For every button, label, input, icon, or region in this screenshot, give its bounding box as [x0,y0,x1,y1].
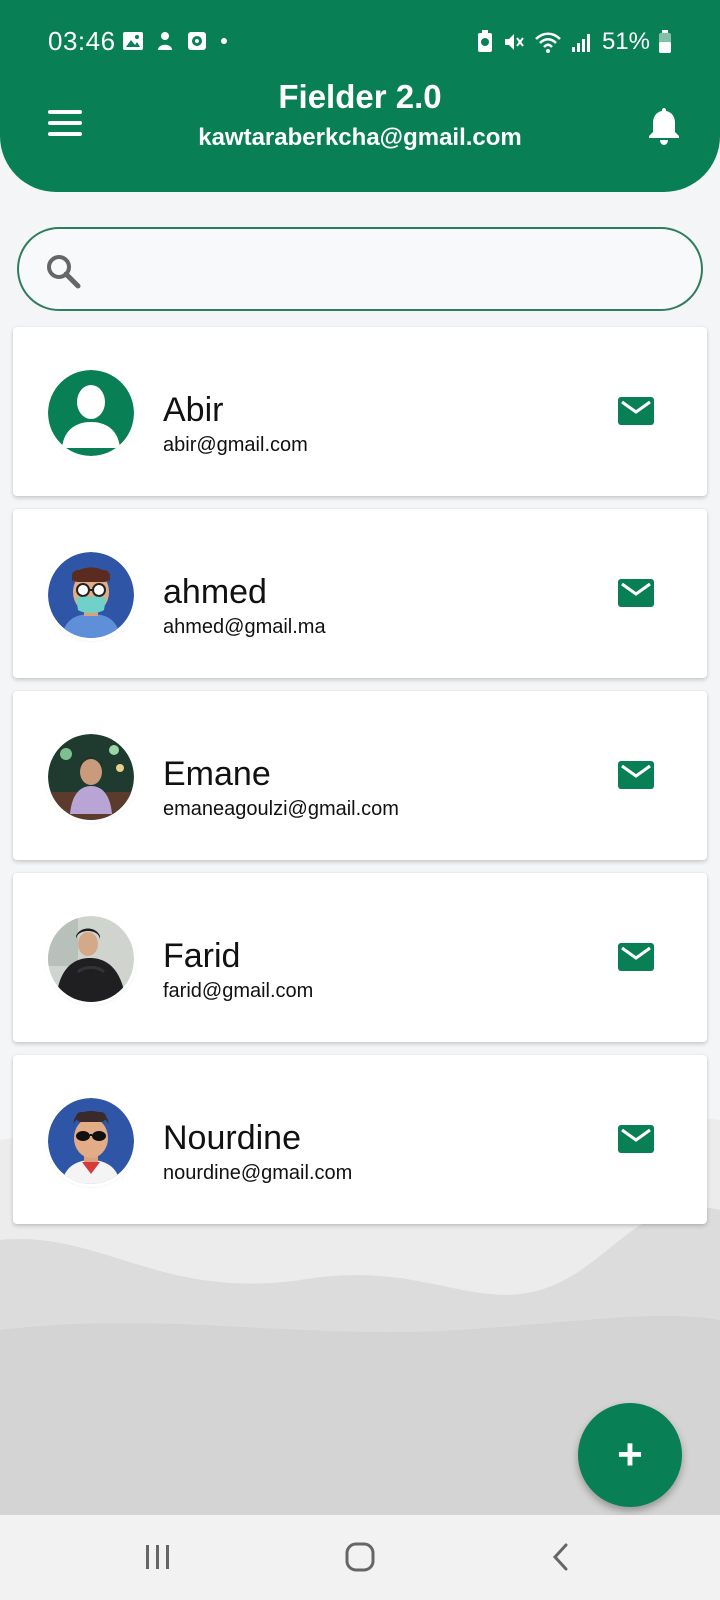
mute-icon [504,34,524,50]
contact-name: Emane [163,755,271,793]
contact-email: emaneagoulzi@gmail.com [163,798,399,820]
dot-icon [221,38,227,44]
user-email: kawtaraberkcha@gmail.com [198,124,522,151]
photo-avatar [48,916,134,1002]
back-icon[interactable] [544,1539,580,1575]
mail-icon[interactable] [618,397,654,425]
contact-email: nourdine@gmail.com [163,1162,353,1184]
app-title: Fielder 2.0 [278,78,442,115]
contact-card[interactable]: Emane emaneagoulzi@gmail.com [13,691,707,860]
contact-email: abir@gmail.com [163,434,308,456]
contact-name: ahmed [163,573,267,611]
status-time: 03:46 [48,26,116,56]
contact-card[interactable]: ahmed ahmed@gmail.ma [13,509,707,678]
contact-card[interactable]: Nourdine nourdine@gmail.com [13,1055,707,1224]
gallery-icon [123,32,143,50]
mail-icon[interactable] [618,761,654,789]
cartoon-sunglasses-avatar [48,1098,134,1184]
status-bar: 03:46 51% [0,22,720,62]
recent-apps-icon[interactable] [140,1539,176,1575]
contact-list: Abir abir@gmail.com ahmed ahmed@gmail.ma [13,327,707,1237]
battery-saver-icon [477,30,492,52]
contact-name: Nourdine [163,1119,301,1157]
bell-icon[interactable] [646,106,682,146]
search-icon [47,255,81,289]
cartoon-glasses-mask-avatar [48,552,134,638]
search-bar[interactable] [17,227,703,311]
mail-icon[interactable] [618,1125,654,1153]
contact-card[interactable]: Abir abir@gmail.com [13,327,707,496]
add-contact-button[interactable]: + [578,1403,682,1507]
contact-email: ahmed@gmail.ma [163,616,326,638]
contact-card[interactable]: Farid farid@gmail.com [13,873,707,1042]
default-person-avatar [48,370,134,456]
contact-email: farid@gmail.com [163,980,314,1002]
contact-name: Farid [163,937,241,975]
screenshot-icon [188,32,206,50]
wifi-icon [535,32,561,53]
status-system-icons: 51% [476,28,672,56]
photo-avatar [48,734,134,820]
signal-icon [571,34,590,52]
contact-name: Abir [163,391,224,429]
mail-icon[interactable] [618,943,654,971]
battery-icon [659,30,671,53]
battery-percent: 51% [601,28,650,55]
home-icon[interactable] [342,1539,378,1575]
system-nav-bar [0,1515,720,1600]
search-input[interactable] [97,243,677,295]
app-header: 03:46 51% Fielder 2.0 kawtaraberkcha@gma… [0,0,720,192]
mail-icon[interactable] [618,579,654,607]
status-notification-icons [122,30,230,52]
app-notification-icon [158,32,172,50]
